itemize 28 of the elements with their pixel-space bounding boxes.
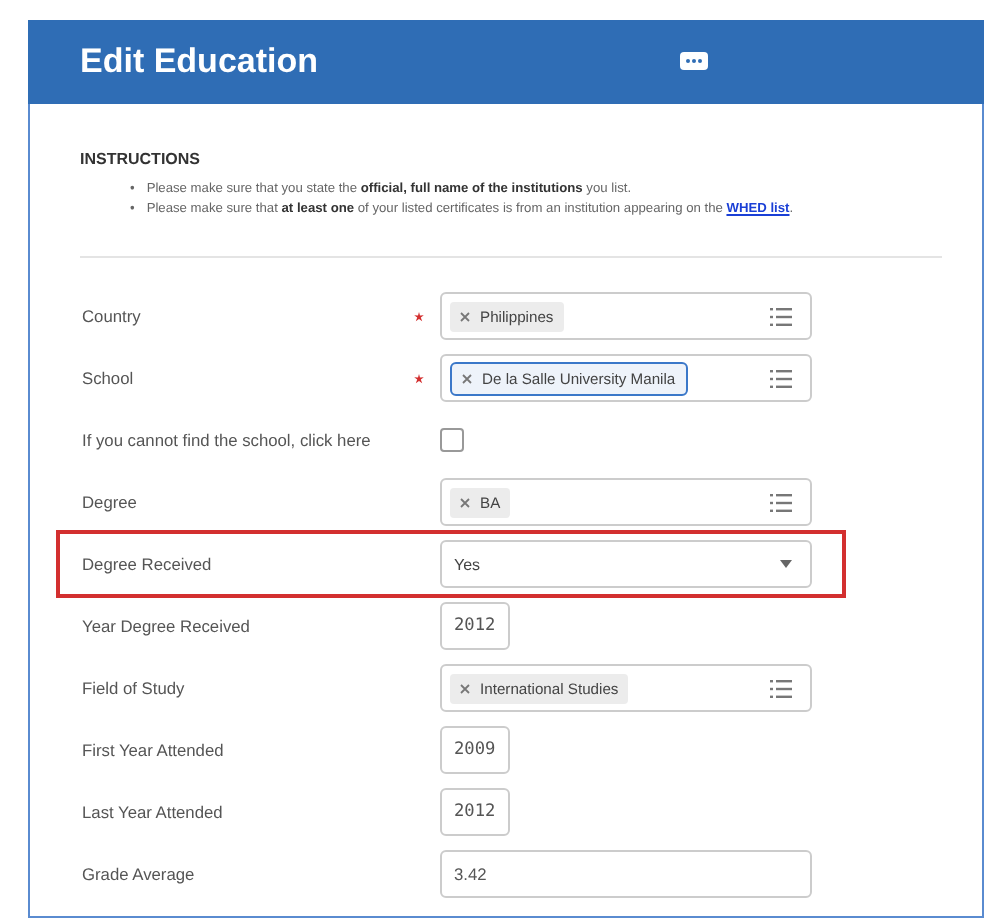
instructions-heading: INSTRUCTIONS <box>80 150 200 168</box>
field-label: Degree Received <box>82 554 214 574</box>
dropdown-field[interactable]: Yes <box>440 540 812 588</box>
checkbox[interactable] <box>440 428 464 452</box>
more-icon[interactable] <box>680 52 708 70</box>
year-field[interactable]: 2012 <box>440 788 510 836</box>
field-label: Country <box>82 306 143 326</box>
input-field[interactable]: 3.42 <box>440 850 812 898</box>
year-field[interactable]: 2009 <box>440 726 510 774</box>
list-icon[interactable] <box>770 369 792 387</box>
field-label: If you cannot find the school, click here <box>82 430 373 450</box>
field-label: Degree <box>82 492 139 512</box>
list-icon[interactable] <box>770 679 792 697</box>
field-label: School <box>82 368 136 388</box>
remove-icon[interactable] <box>460 311 470 321</box>
year-field[interactable]: 2012 <box>440 602 510 650</box>
field-label: Field of Study <box>82 678 187 698</box>
field-label: First Year Attended <box>82 740 226 760</box>
field-label: Grade Average <box>82 864 197 884</box>
field-label: Last Year Attended <box>82 802 225 822</box>
field-label: Year Degree Received <box>82 616 252 636</box>
list-icon[interactable] <box>770 493 792 511</box>
remove-icon[interactable] <box>460 497 470 507</box>
list-icon[interactable] <box>770 307 792 325</box>
remove-icon[interactable] <box>460 683 470 693</box>
dialog-title: Edit Education <box>80 42 318 82</box>
remove-icon[interactable] <box>462 373 472 383</box>
caret-icon[interactable] <box>780 560 792 568</box>
